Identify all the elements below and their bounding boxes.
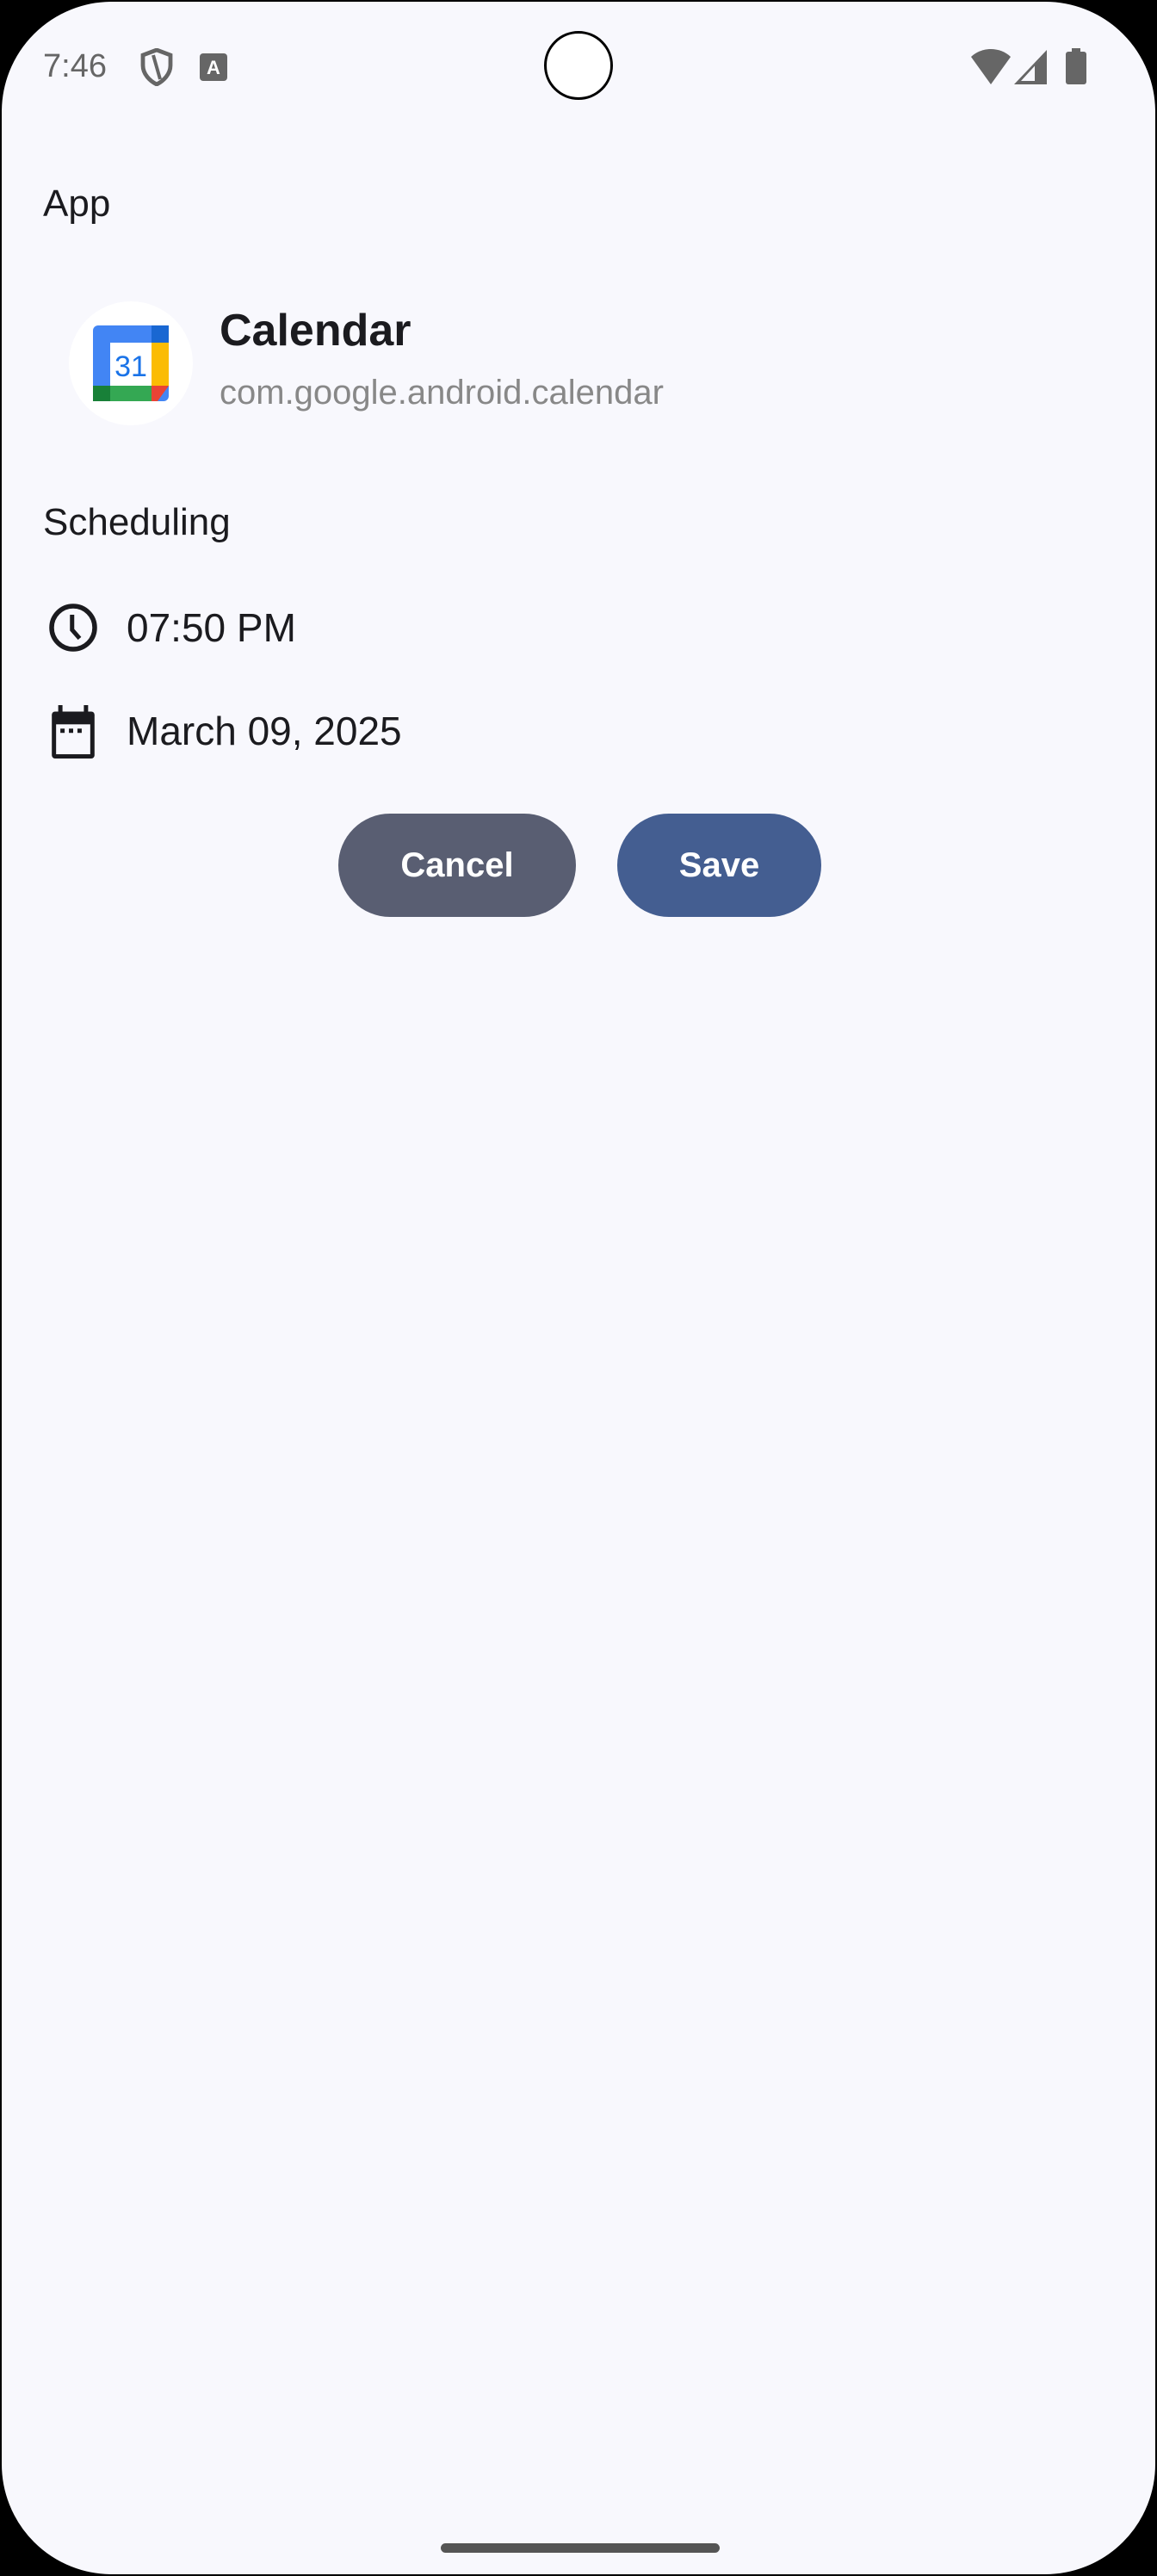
date-value[interactable]: March 09, 2025 <box>127 708 402 754</box>
scheduling-section-title: Scheduling <box>43 501 231 543</box>
shield-icon <box>140 48 173 86</box>
app-name: Calendar <box>220 306 411 356</box>
status-time: 7:46 <box>43 48 107 84</box>
app-section-title: App <box>43 183 111 225</box>
svg-text:A: A <box>207 57 220 78</box>
calendar-app-icon: 31 <box>69 301 193 425</box>
font-a-icon: A <box>200 53 227 81</box>
save-button[interactable]: Save <box>617 814 821 917</box>
svg-text:31: 31 <box>114 350 147 383</box>
phone-screen: 7:46 A App 31 Calendar com.google.androi <box>0 0 1157 2576</box>
clock-icon[interactable] <box>47 602 99 653</box>
wifi-icon <box>971 49 1011 84</box>
calendar-icon[interactable] <box>47 705 99 759</box>
camera-cutout <box>544 31 613 100</box>
app-package: com.google.android.calendar <box>220 374 664 412</box>
battery-icon <box>1066 48 1086 84</box>
cancel-button[interactable]: Cancel <box>338 814 576 917</box>
signal-icon <box>1014 50 1047 84</box>
time-value[interactable]: 07:50 PM <box>127 604 296 651</box>
home-indicator[interactable] <box>441 2543 720 2553</box>
